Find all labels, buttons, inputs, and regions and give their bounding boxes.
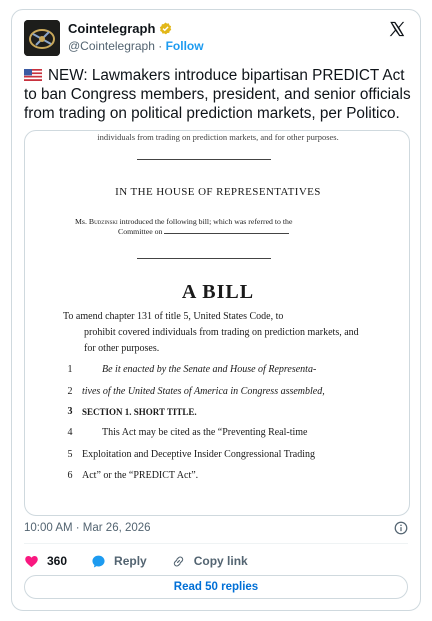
doc-line-text: tives of the United States of America in… (82, 386, 325, 397)
reply-button[interactable]: Reply (91, 554, 147, 569)
doc-rule-mid (137, 258, 271, 259)
handle[interactable]: @Cointelegraph (68, 39, 155, 53)
reply-bubble-icon (92, 555, 105, 567)
doc-line-text: Be it enacted by the Senate and House of… (102, 364, 317, 375)
doc-amend-first: To amend chapter 131 of title 5, United … (63, 311, 284, 322)
doc-line-number: 2 (67, 386, 73, 397)
doc-intro-committee: Committee on (118, 227, 163, 236)
doc-rule-top (137, 159, 271, 160)
doc-house: IN THE HOUSE OF REPRESENTATIVES (115, 186, 321, 198)
name-row: Cointelegraph (68, 21, 172, 36)
display-name[interactable]: Cointelegraph (68, 21, 155, 36)
doc-line-text: Act” or the “PREDICT Act”. (82, 470, 199, 481)
doc-intro-a: Ms. (75, 217, 89, 226)
doc-committee-blank (164, 228, 290, 234)
copy-link-label: Copy link (193, 554, 248, 568)
bill-document-image: individuals from trading on prediction m… (25, 131, 409, 515)
doc-line-text: Exploitation and Deceptive Insider Congr… (82, 449, 316, 460)
doc-line-number: 4 (67, 427, 73, 438)
link-icon (173, 555, 183, 567)
reply-label: Reply (114, 554, 147, 568)
doc-line: 5 Exploitation and Deceptive Insider Con… (65, 447, 385, 463)
tweet-body: NEW: Lawmakers introduce bipartisan PRED… (24, 67, 411, 122)
copy-link-button[interactable]: Copy link (171, 554, 248, 569)
doc-amend-rest: prohibit covered individuals from tradin… (84, 327, 359, 354)
x-logo-icon[interactable] (388, 20, 406, 38)
doc-title: A BILL (181, 281, 255, 303)
doc-line-text: SECTION 1. SHORT TITLE. (82, 407, 197, 417)
doc-amend: To amend chapter 131 of title 5, United … (63, 309, 363, 357)
action-bar: 360 Reply Copy link (24, 552, 272, 570)
us-flag-icon (23, 67, 43, 82)
doc-line: 1 Be it enacted by the Senate and House … (65, 362, 385, 378)
divider (24, 543, 408, 544)
tweet-card: Cointelegraph @Cointelegraph · Follow NE… (11, 9, 421, 611)
doc-top-fragment: individuals from trading on prediction m… (97, 132, 339, 142)
info-icon[interactable] (394, 521, 408, 535)
handle-row: @Cointelegraph · Follow (68, 39, 204, 53)
doc-line-number: 5 (67, 449, 73, 460)
doc-line-text: This Act may be cited as the “Preventing… (102, 427, 308, 438)
avatar[interactable] (24, 20, 60, 56)
doc-intro-b: introduced the following bill; which was… (117, 217, 293, 226)
follow-button[interactable]: Follow (166, 39, 204, 53)
tweet-header: Cointelegraph @Cointelegraph · Follow (24, 20, 408, 56)
tweet-text: NEW: Lawmakers introduce bipartisan PRED… (23, 66, 416, 123)
doc-line: 4 This Act may be cited as the “Preventi… (65, 425, 385, 441)
like-button[interactable]: 360 (24, 554, 67, 569)
read-replies-button[interactable]: Read 50 replies (24, 575, 408, 599)
heart-icon (25, 555, 38, 567)
verified-badge-icon (159, 22, 172, 35)
doc-line: 6 Act” or the “PREDICT Act”. (65, 468, 385, 484)
doc-intro: Ms. Budzinski introduced the following b… (75, 217, 365, 237)
doc-line-number: 6 (67, 470, 73, 481)
tweet-timestamp[interactable]: 10:00 AM · Mar 26, 2026 (24, 522, 151, 534)
doc-line: 2 tives of the United States of America … (65, 384, 385, 400)
doc-line: 3 SECTION 1. SHORT TITLE. (65, 404, 385, 420)
like-count: 360 (47, 554, 68, 568)
tweet-media[interactable]: individuals from trading on prediction m… (24, 130, 410, 516)
doc-line-number: 3 (67, 406, 73, 417)
handle-separator: · (154, 39, 166, 53)
doc-intro-member: Budzinski (88, 217, 118, 226)
doc-line-number: 1 (67, 364, 73, 375)
